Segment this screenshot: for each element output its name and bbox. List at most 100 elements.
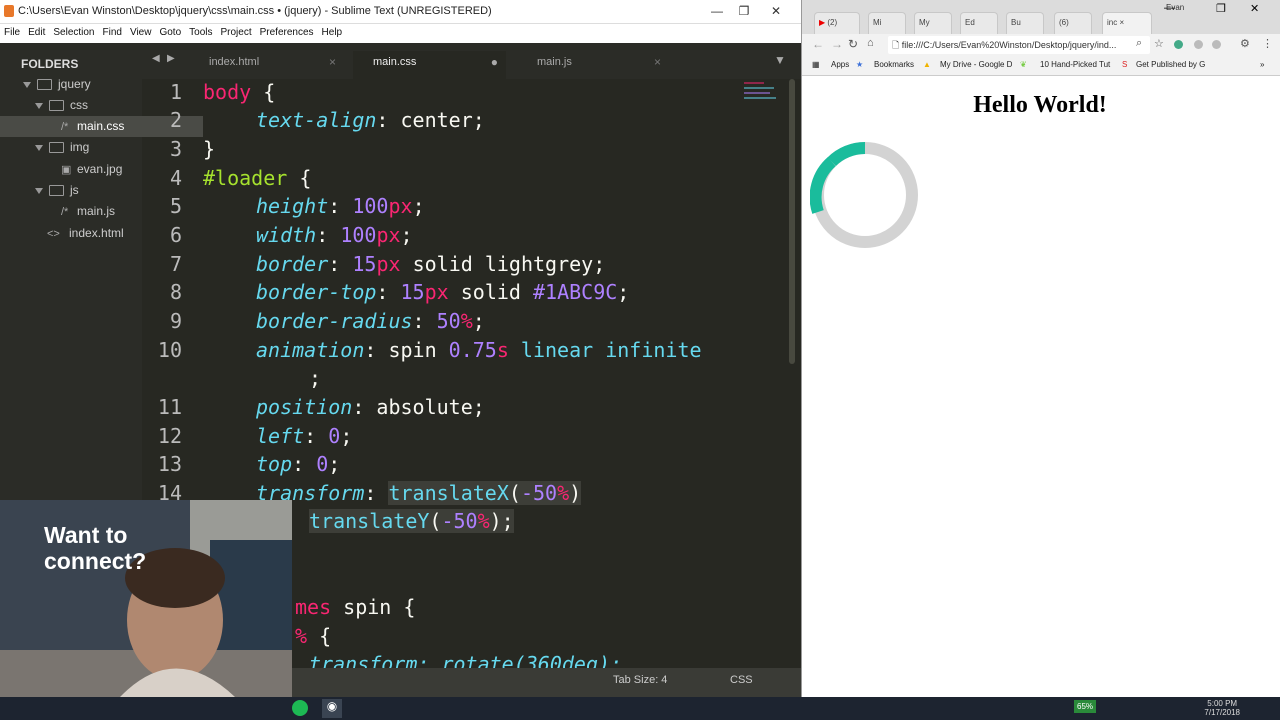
close-icon[interactable]: ✕ — [761, 2, 791, 20]
page-heading: Hello World! — [973, 92, 1107, 118]
tab-dropdown-icon[interactable]: ▼ — [774, 53, 786, 67]
browser-tab[interactable]: ▶ (2) — [814, 12, 860, 35]
settings-icon[interactable]: ⚙ — [1240, 37, 1250, 50]
code-line: top: 0; — [256, 452, 341, 476]
browser-tab[interactable]: Ed — [960, 12, 998, 35]
menu-edit[interactable]: Edit — [24, 24, 49, 38]
code-line: text-align: center; — [256, 108, 485, 132]
expand-arrow-icon — [35, 187, 43, 194]
minimize-icon[interactable]: — — [1164, 2, 1175, 14]
bookmark-hand-picked[interactable]: 10 Hand-Picked Tut — [1040, 60, 1110, 69]
code-line: mes spin { — [295, 595, 416, 619]
drive-icon: ▲ — [923, 60, 931, 69]
menu-help[interactable]: Help — [318, 24, 347, 38]
expand-arrow-icon — [35, 144, 43, 151]
tab-nav-right-icon[interactable]: ▶ — [167, 53, 175, 64]
star-icon: ★ — [856, 60, 864, 69]
tab-main-css[interactable]: main.css ● — [353, 51, 506, 79]
minimap[interactable] — [744, 79, 784, 119]
folder-icon — [49, 100, 64, 112]
reload-icon[interactable]: ↻ — [848, 37, 858, 51]
line-number: 2 — [169, 108, 182, 132]
browser-tab-active[interactable]: inc × — [1102, 12, 1152, 35]
more-bookmarks-icon[interactable]: » — [1260, 60, 1264, 69]
chrome-taskbar-icon[interactable]: ◉ — [322, 699, 342, 718]
back-icon[interactable]: ← — [812, 37, 824, 51]
taskbar: ◉ 65% 5:00 PM 7/17/2018 — [0, 697, 1280, 720]
page-icon: 🗋 — [892, 40, 900, 50]
code-line: width: 100px; — [256, 223, 413, 247]
extension-icon[interactable] — [1212, 40, 1221, 49]
home-icon[interactable]: ⌂ — [867, 37, 874, 49]
tree-folder-jquery[interactable]: jquery — [0, 74, 165, 95]
code-line: transform: translateX(-50%) — [256, 481, 582, 505]
menu-project[interactable]: Project — [217, 24, 256, 38]
syntax-indicator[interactable]: CSS — [730, 668, 753, 693]
tab-main-js[interactable]: main.js × — [522, 51, 669, 79]
menu-preferences[interactable]: Preferences — [256, 24, 318, 38]
line-number: 9 — [169, 309, 182, 333]
chrome-window: ▶ (2) Mi My Ed Bu (6) inc × Evan — ❐ ✕ ←… — [802, 0, 1280, 697]
maximize-icon[interactable]: ❐ — [1216, 2, 1226, 15]
expand-arrow-icon — [35, 102, 43, 109]
line-number: 12 — [157, 424, 182, 448]
extension-icon[interactable] — [1174, 40, 1183, 49]
line-number: 6 — [169, 223, 182, 247]
browser-tab[interactable]: Mi — [868, 12, 906, 35]
browser-tab[interactable]: Bu — [1006, 12, 1044, 35]
line-number: 10 — [157, 338, 182, 362]
bookmarks-bar: ▦ Apps ★ Bookmarks ▲ My Drive - Google D… — [802, 56, 1280, 76]
code-line: } — [203, 137, 216, 161]
bookmark-my-drive[interactable]: My Drive - Google D — [940, 60, 1012, 69]
sublime-window-title: C:\Users\Evan Winston\Desktop\jquery\css… — [18, 5, 492, 17]
tab-size-indicator[interactable]: Tab Size: 4 — [613, 668, 667, 693]
tab-index-html[interactable]: index.html × — [197, 51, 344, 79]
folder-sidebar: FOLDERS jquery css /* main.css img ▣ evan.… — [0, 43, 203, 500]
chrome-tab-strip: ▶ (2) Mi My Ed Bu (6) inc × Evan — ❐ ✕ — [802, 0, 1280, 35]
menu-file[interactable]: File — [0, 24, 24, 38]
close-tab-icon[interactable]: × — [329, 51, 336, 73]
sublime-titlebar: C:\Users\Evan Winston\Desktop\jquery\css… — [0, 0, 801, 24]
menu-view[interactable]: View — [126, 24, 156, 38]
line-number: 7 — [169, 252, 182, 276]
browser-tab[interactable]: My — [914, 12, 952, 35]
editor-scrollbar[interactable] — [789, 79, 795, 364]
image-file-icon: ▣ — [61, 164, 72, 176]
browser-tab[interactable]: (6) — [1054, 12, 1092, 35]
battery-indicator[interactable]: 65% — [1074, 700, 1097, 713]
menu-selection[interactable]: Selection — [49, 24, 98, 38]
forward-icon[interactable]: → — [831, 37, 843, 51]
s-icon: S — [1122, 60, 1128, 69]
address-bar[interactable]: 🗋 file:///C:/Users/Evan%20Winston/Deskto… — [888, 36, 1150, 54]
menu-tools[interactable]: Tools — [185, 24, 216, 38]
maximize-icon[interactable]: ❐ — [729, 2, 759, 20]
wall-sign-text: Want to connect? — [44, 522, 147, 574]
minimize-icon[interactable]: — — [702, 2, 732, 20]
bookmark-get-published[interactable]: Get Published by G — [1136, 60, 1205, 69]
editor-tab-bar: ◀ ▶ index.html × main.css ● main.js × ▼ — [142, 43, 801, 79]
loader-spinner — [810, 141, 918, 248]
code-line: border-top: 15px solid #1ABC9C; — [256, 280, 630, 304]
bookmark-apps[interactable]: Apps — [831, 60, 849, 69]
search-icon[interactable]: ⌕ — [1136, 37, 1142, 50]
unsaved-dot-icon[interactable]: ● — [491, 51, 498, 73]
tab-nav-left-icon[interactable]: ◀ — [152, 53, 160, 64]
bookmark-bookmarks[interactable]: Bookmarks — [874, 60, 914, 69]
close-icon[interactable]: ✕ — [1250, 2, 1259, 15]
code-line: transform: rotate(360deg); — [309, 652, 623, 668]
code-line: height: 100px; — [256, 194, 425, 218]
clock[interactable]: 5:00 PM 7/17/2018 — [1204, 699, 1240, 717]
sublime-app-icon — [4, 5, 14, 17]
apps-icon[interactable]: ▦ — [812, 60, 820, 69]
code-line-wrap: translateY(-50%); — [309, 509, 514, 533]
star-icon[interactable]: ☆ — [1154, 37, 1164, 50]
menu-dots-icon[interactable]: ⋮ — [1262, 37, 1273, 50]
extension-icon[interactable] — [1194, 40, 1203, 49]
close-tab-icon[interactable]: × — [654, 51, 661, 73]
chrome-toolbar: ← → ↻ ⌂ 🗋 file:///C:/Users/Evan%20Winsto… — [802, 34, 1280, 56]
menu-find[interactable]: Find — [99, 24, 126, 38]
menu-goto[interactable]: Goto — [155, 24, 185, 38]
spotify-icon[interactable] — [292, 700, 308, 716]
line-number: 1 — [169, 80, 182, 104]
code-line: left: 0; — [256, 424, 353, 448]
